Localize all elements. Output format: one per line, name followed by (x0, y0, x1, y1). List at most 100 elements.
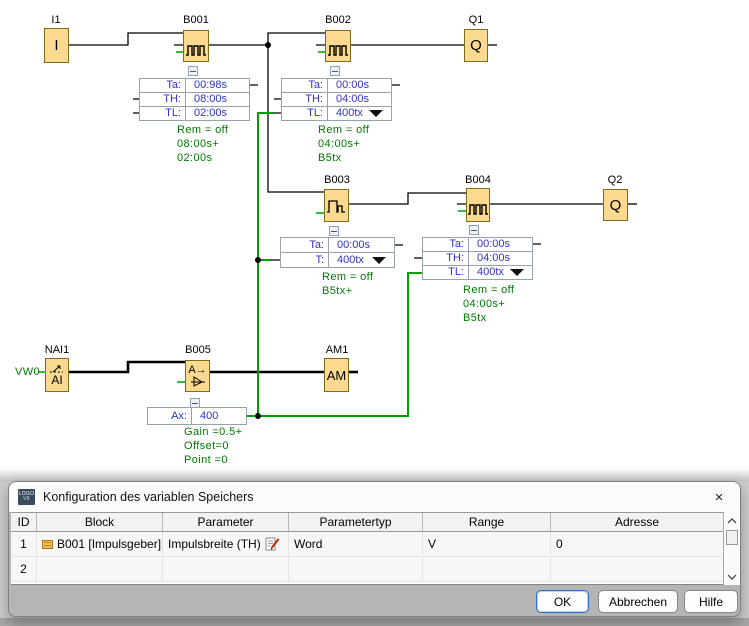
param-value[interactable]: 04:00s (328, 93, 391, 106)
param-label: Ta: (140, 79, 186, 92)
block-q1-symbol: Q (470, 38, 482, 53)
block-q2-digital-output[interactable]: Q (603, 189, 628, 221)
cell-range[interactable]: V (423, 532, 551, 556)
block-label-am1: AM1 (320, 344, 354, 356)
cell-parameter[interactable]: Impulsbreite (TH) (163, 532, 289, 556)
param-label: Ta: (423, 238, 469, 251)
timebase-dropdown-icon[interactable] (369, 110, 383, 117)
block-i1-digital-input[interactable]: I (44, 28, 69, 63)
table-row[interactable]: 2 (11, 557, 724, 582)
vm-mapping-table: ID Block Parameter Parametertyp Range Ad… (11, 512, 724, 585)
param-box-b005[interactable]: Ax:400 (147, 407, 247, 425)
close-icon[interactable]: × (707, 489, 731, 506)
block-label-b005: B005 (181, 344, 215, 356)
block-i1-symbol: I (54, 38, 58, 53)
timebase-dropdown-icon[interactable] (372, 257, 386, 264)
param-value[interactable]: 02:00s (186, 107, 249, 120)
wire-layer (0, 0, 749, 468)
interval-waveform-icon (326, 197, 347, 215)
param-value[interactable]: 04:00s (469, 252, 532, 265)
collapse-button-b004[interactable] (469, 225, 479, 235)
note-b003-rem: Rem = off (322, 271, 373, 284)
column-header-parameter: Parameter (163, 513, 289, 531)
note-b004-tl: B5tx (463, 312, 487, 325)
dialog-title: Konfiguration des variablen Speichers (43, 490, 254, 504)
note-b005-gain: Gain =0.5+ (184, 426, 242, 439)
bottom-window-strip (0, 618, 749, 626)
block-label-b002: B002 (321, 14, 355, 26)
param-label: TL: (423, 266, 469, 279)
collapse-button-b002[interactable] (330, 66, 340, 76)
variable-memory-config-dialog: LOGO V8 Konfiguration des variablen Spei… (8, 481, 741, 617)
cell-block[interactable]: B001 [Impulsgeber] (37, 532, 163, 556)
block-b003-interval-relay[interactable] (324, 189, 349, 222)
param-value[interactable]: 400tx (328, 107, 373, 120)
param-box-b003[interactable]: Ta:00:00s T:400tx (280, 237, 395, 268)
column-header-parametertyp: Parametertyp (289, 513, 423, 531)
table-vertical-scrollbar[interactable] (723, 512, 740, 585)
note-b001-th: 08:00s+ (177, 138, 219, 151)
fbd-canvas: I1 B001 B002 Q1 B003 B004 Q2 NAI1 B005 A… (0, 0, 749, 468)
param-label: T: (281, 253, 329, 267)
scroll-up-button[interactable] (724, 512, 740, 529)
column-header-id: ID (11, 513, 37, 531)
param-value[interactable]: 400 (192, 408, 246, 424)
param-label: TL: (282, 107, 328, 120)
timebase-dropdown-icon[interactable] (510, 269, 524, 276)
cell-block[interactable] (37, 557, 163, 581)
help-button[interactable]: Hilfe (684, 590, 738, 613)
param-value[interactable]: 00:00s (328, 79, 391, 92)
scrollbar-thumb[interactable] (726, 530, 738, 545)
edit-parameter-icon[interactable] (265, 537, 280, 551)
block-am1-analog-marker[interactable]: AM (324, 358, 349, 392)
block-b004-pulse-generator[interactable] (466, 188, 490, 222)
param-label: TL: (140, 107, 186, 120)
param-value[interactable]: 00:98s (186, 79, 249, 92)
pulse-waveform-icon (327, 42, 349, 58)
cancel-button[interactable]: Abbrechen (598, 590, 678, 613)
note-b004-th: 04:00s+ (463, 298, 505, 311)
cell-block-text: B001 [Impulsgeber] (57, 537, 161, 551)
cell-parameter[interactable] (163, 557, 289, 581)
param-value[interactable]: 00:00s (329, 238, 394, 252)
block-label-nai1: NAI1 (38, 344, 76, 356)
table-row[interactable]: 1 B001 [Impulsgeber] Impulsbreite (TH) W… (11, 532, 724, 557)
param-box-b004[interactable]: Ta:00:00s TH:04:00s TL:400tx (422, 237, 533, 280)
table-header-row: ID Block Parameter Parametertyp Range Ad… (11, 513, 724, 532)
param-label: TH: (423, 252, 469, 265)
param-box-b002[interactable]: Ta:00:00s TH:04:00s TL:400tx (281, 78, 392, 121)
block-label-b004: B004 (461, 174, 495, 186)
note-b003-t: B5tx+ (322, 285, 352, 298)
block-q1-digital-output[interactable]: Q (464, 29, 488, 62)
ok-button[interactable]: OK (536, 590, 589, 613)
param-label: Ta: (281, 238, 329, 252)
param-box-b001[interactable]: Ta:00:98s TH:08:00s TL:02:00s (139, 78, 250, 121)
param-value[interactable]: 400tx (329, 253, 376, 267)
block-icon (42, 540, 53, 549)
param-value[interactable]: 00:00s (469, 238, 532, 251)
block-b002-pulse-generator[interactable] (325, 30, 351, 62)
note-b001-rem: Rem = off (177, 124, 228, 137)
cell-parametertyp[interactable] (289, 557, 423, 581)
block-label-b001: B001 (179, 14, 213, 26)
chevron-down-icon (727, 574, 737, 580)
block-b005-analog-amplifier[interactable]: A→ (185, 360, 210, 392)
param-value[interactable]: 08:00s (186, 93, 249, 106)
block-nai1-analog-input[interactable]: AI (45, 358, 69, 392)
scroll-down-button[interactable] (724, 568, 740, 585)
cell-range[interactable] (423, 557, 551, 581)
minus-icon (192, 403, 198, 404)
note-b002-th: 04:00s+ (318, 138, 360, 151)
param-value[interactable]: 400tx (469, 266, 514, 279)
dialog-title-bar[interactable]: LOGO V8 Konfiguration des variablen Spei… (9, 482, 740, 512)
cell-id: 2 (11, 557, 37, 581)
note-b002-rem: Rem = off (318, 124, 369, 137)
collapse-button-b003[interactable] (329, 226, 339, 236)
cell-adresse[interactable]: 0 (551, 532, 723, 556)
pulse-waveform-icon (467, 201, 489, 217)
cell-parametertyp[interactable]: Word (289, 532, 423, 556)
block-b001-pulse-generator[interactable] (183, 30, 209, 62)
cell-adresse[interactable] (551, 557, 723, 581)
collapse-button-b001[interactable] (188, 66, 198, 76)
block-am1-symbol: AM (327, 369, 347, 382)
